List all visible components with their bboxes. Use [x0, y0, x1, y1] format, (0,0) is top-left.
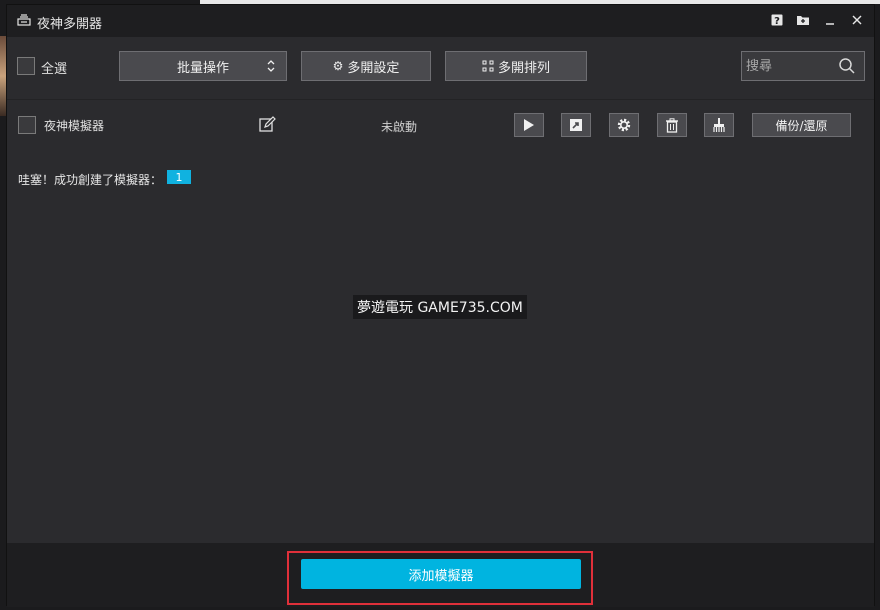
shortcut-button[interactable] — [561, 113, 591, 137]
backup-restore-label: 備份/還原 — [775, 118, 828, 133]
multi-drive-icon — [17, 14, 31, 26]
multi-arrange-button[interactable]: 多開排列 — [445, 51, 587, 81]
multi-settings-button[interactable]: ⚙ 多開設定 — [301, 51, 431, 81]
shortcut-icon — [570, 119, 582, 131]
watermark: 夢遊電玩 GAME735.COM — [353, 295, 527, 319]
folder-icon[interactable] — [796, 13, 810, 27]
add-emulator-label: 添加模擬器 — [408, 568, 474, 584]
svg-text:?: ? — [774, 16, 780, 26]
help-icon[interactable]: ? — [770, 13, 784, 27]
edit-icon[interactable] — [259, 116, 276, 133]
window-title: 夜神多開器 — [37, 17, 103, 32]
toolbar: 全選 批量操作 ⚙ 多開設定 多開排列 — [7, 37, 874, 99]
select-all-checkbox[interactable] — [17, 57, 35, 75]
clean-button[interactable] — [704, 113, 734, 137]
emulator-row[interactable]: 夜神模擬器 未啟動 備份/還原 — [7, 99, 874, 149]
multi-arrange-label: 多開排列 — [497, 60, 550, 76]
footer: 添加模擬器 — [7, 543, 874, 607]
add-emulator-button[interactable]: 添加模擬器 — [301, 559, 581, 589]
search-icon[interactable] — [838, 57, 856, 75]
grid-icon — [482, 60, 494, 72]
gear-icon: ⚙ — [332, 59, 344, 73]
play-icon — [524, 119, 534, 131]
close-icon[interactable] — [850, 13, 864, 27]
chevron-updown-icon — [267, 60, 275, 72]
broom-icon — [713, 118, 725, 132]
delete-button[interactable] — [657, 113, 687, 137]
gear-icon — [617, 118, 631, 132]
backup-restore-button[interactable]: 備份/還原 — [752, 113, 851, 137]
multi-drive-window: 夜神多開器 ? 全選 批量操作 ⚙ 多開設定 多開排列 搜尋 夜神模擬器 未啟動… — [6, 4, 875, 607]
settings-button[interactable] — [609, 113, 639, 137]
search-input[interactable] — [744, 54, 832, 78]
emulator-name: 夜神模擬器 — [44, 119, 105, 133]
batch-operation-label: 批量操作 — [176, 60, 229, 76]
batch-operation-dropdown[interactable]: 批量操作 — [119, 51, 287, 81]
minimize-icon[interactable] — [823, 13, 837, 27]
trash-icon — [666, 117, 678, 133]
multi-settings-label: 多開設定 — [347, 60, 400, 76]
select-all-label[interactable]: 全選 — [41, 58, 67, 77]
emulator-status: 未啟動 — [381, 120, 418, 134]
emulator-checkbox[interactable] — [18, 116, 36, 134]
title-bar[interactable]: 夜神多開器 ? — [7, 5, 874, 37]
start-button[interactable] — [514, 113, 544, 137]
search-box — [741, 51, 865, 81]
emulator-count-badge: 1 — [167, 170, 191, 184]
success-message: 哇塞！成功創建了模擬器： — [18, 173, 163, 187]
